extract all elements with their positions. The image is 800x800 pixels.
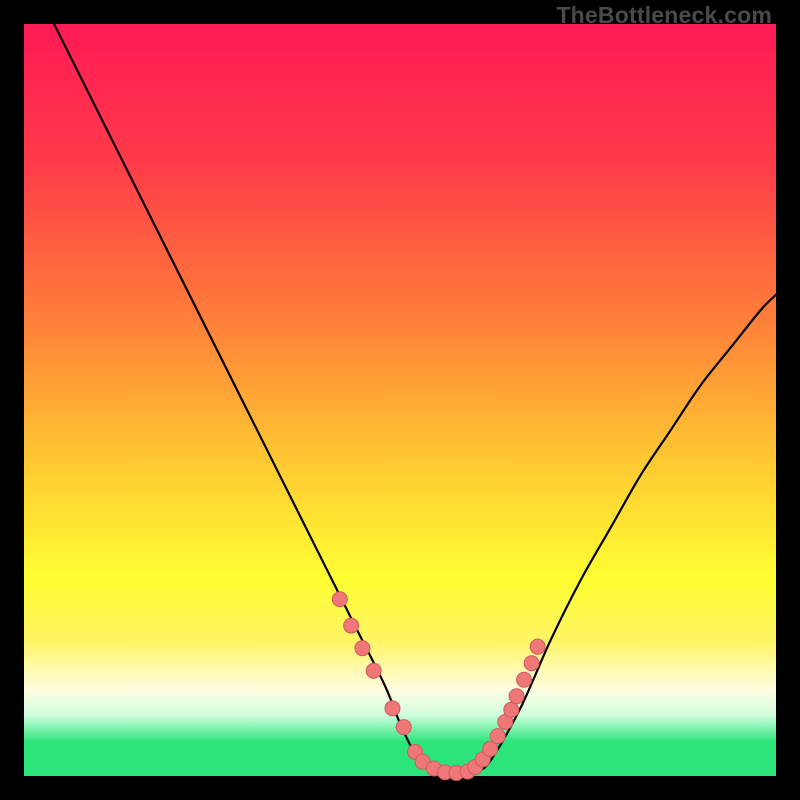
watermark-text: TheBottleneck.com: [556, 2, 772, 29]
highlight-dot: [355, 641, 370, 656]
highlight-dot: [530, 639, 545, 654]
highlight-dot: [396, 720, 411, 735]
highlight-dots: [332, 592, 545, 781]
highlight-dot: [385, 701, 400, 716]
highlight-dot: [524, 656, 539, 671]
highlight-dot: [504, 702, 519, 717]
bottleneck-curve: [54, 24, 776, 773]
highlight-dot: [332, 592, 347, 607]
highlight-dot: [344, 618, 359, 633]
highlight-dot: [517, 672, 532, 687]
highlight-dot: [509, 689, 524, 704]
curve-layer: [24, 24, 776, 776]
highlight-dot: [490, 729, 505, 744]
highlight-dot: [366, 663, 381, 678]
